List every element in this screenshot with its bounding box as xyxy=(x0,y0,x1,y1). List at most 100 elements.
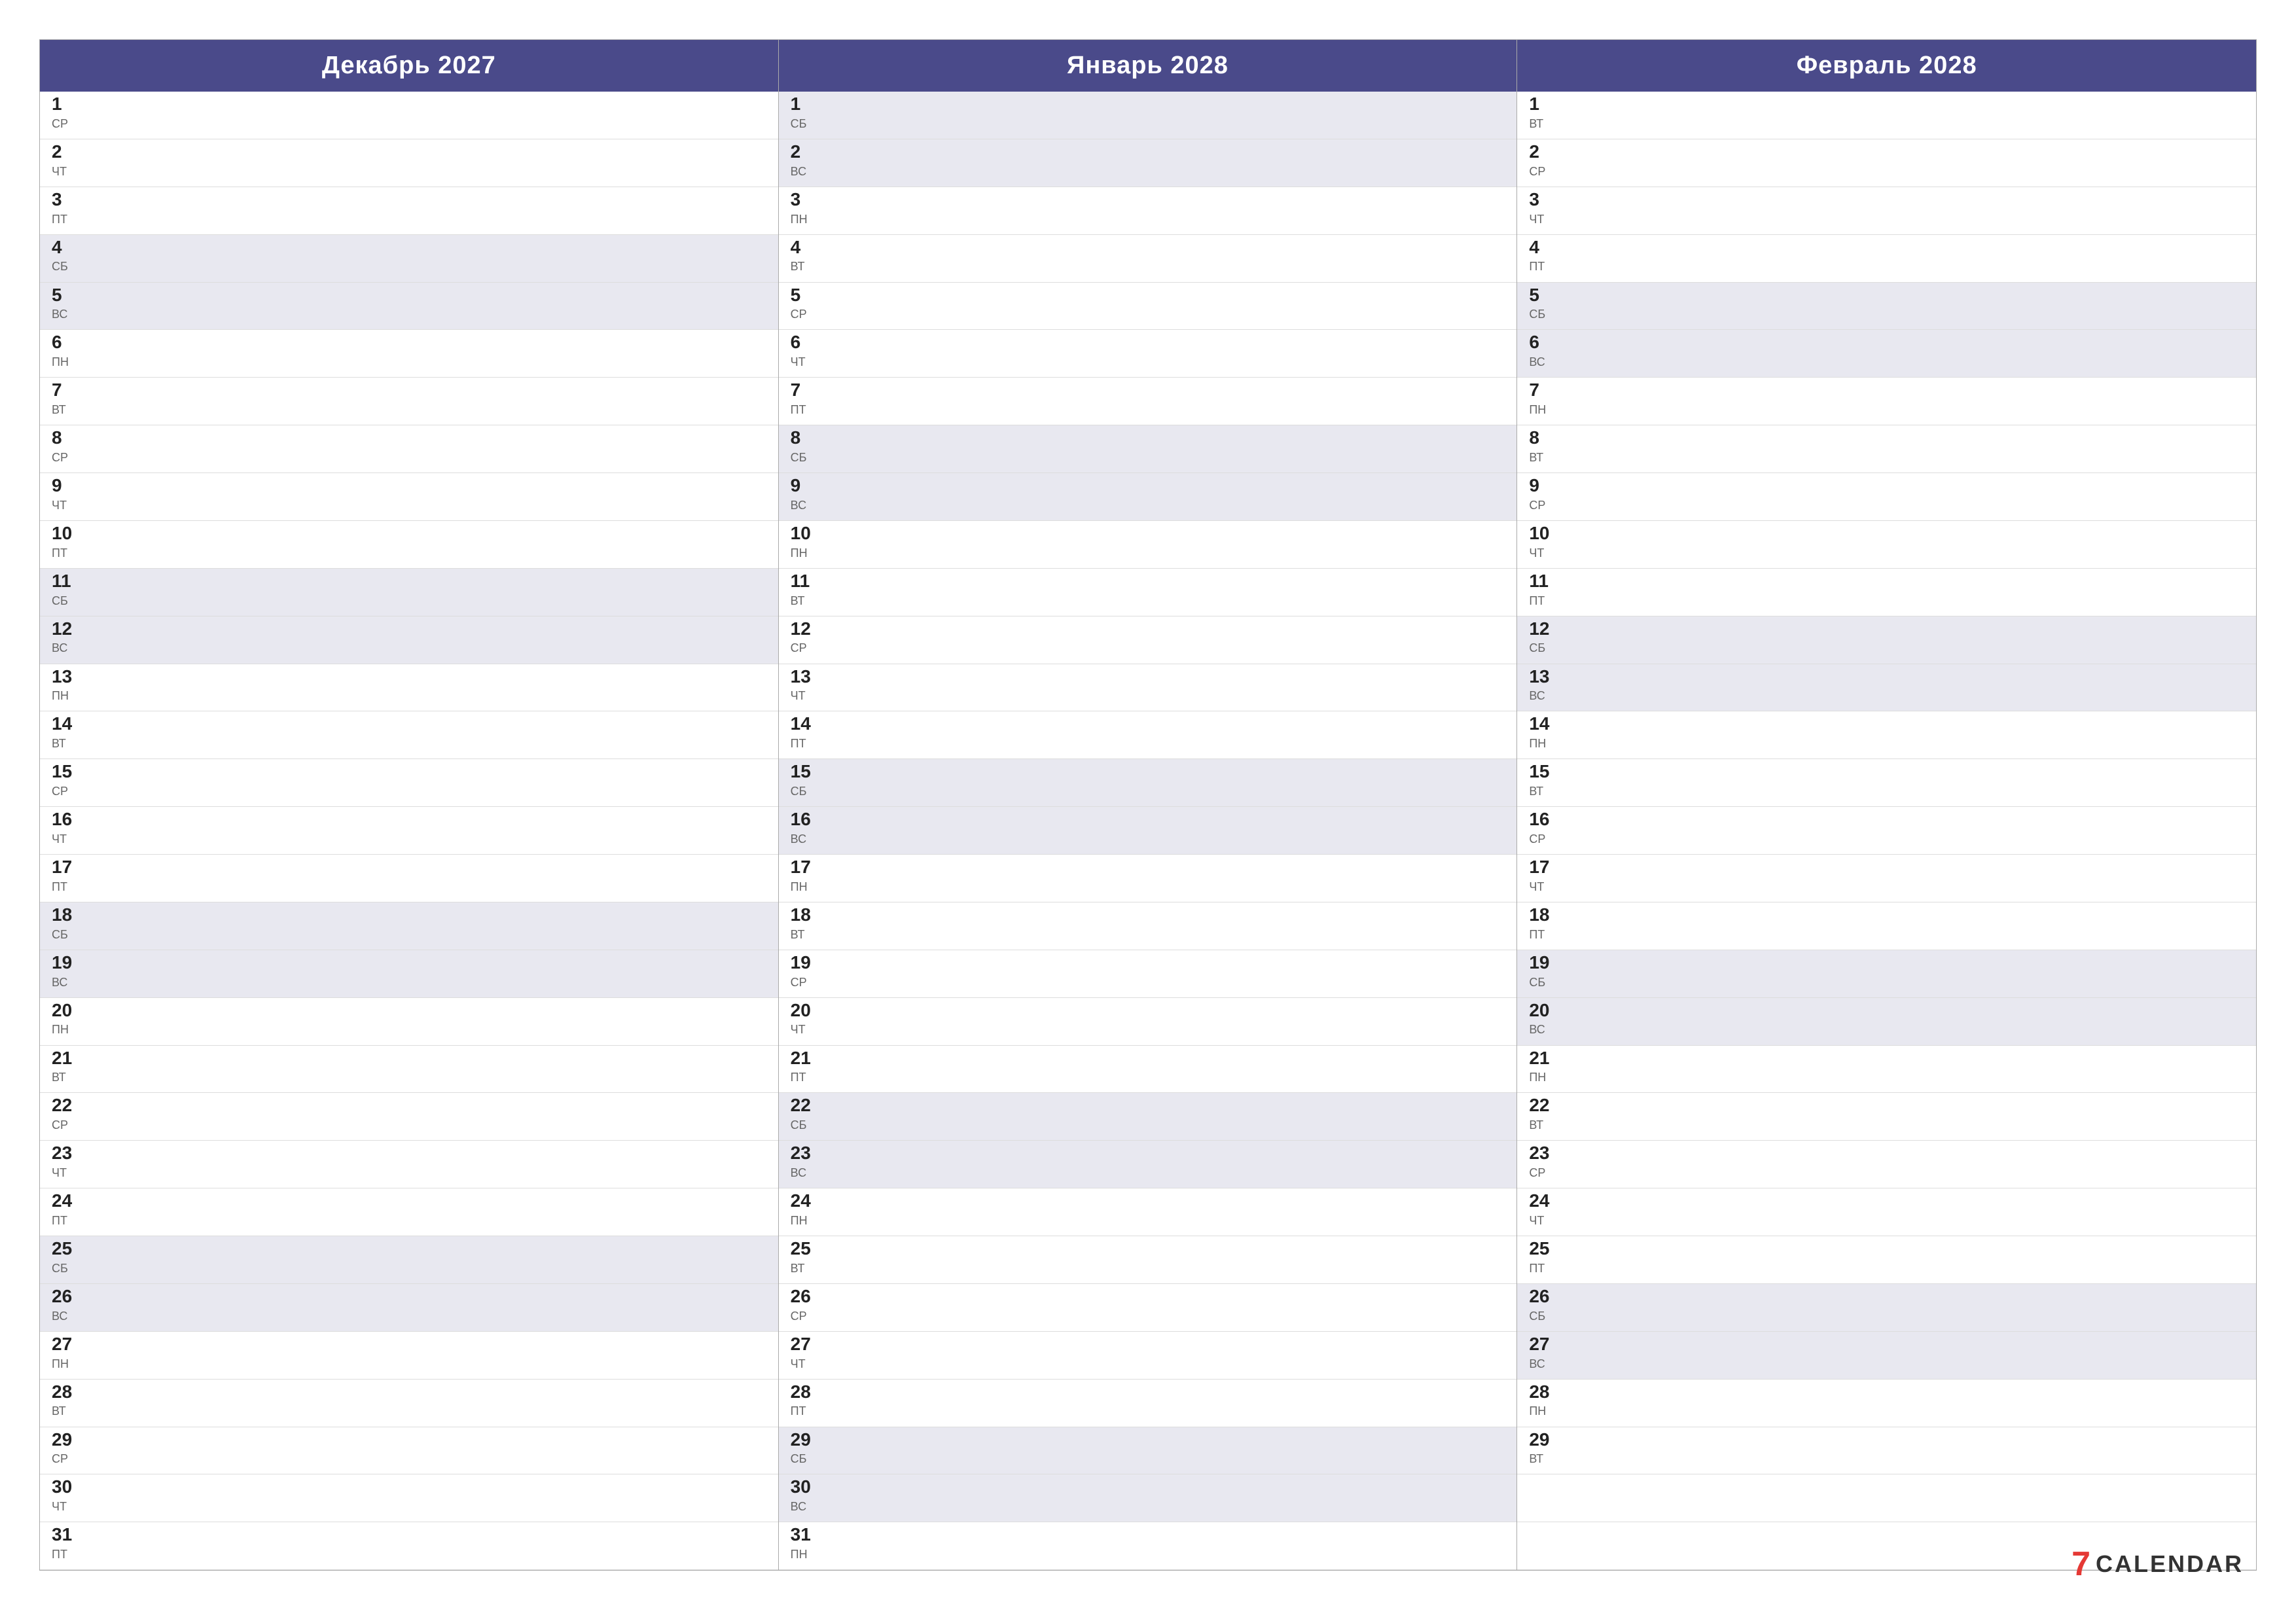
day-number: 6 xyxy=(791,332,827,353)
day-name: СР xyxy=(52,451,88,465)
day-info: 19ВС xyxy=(52,953,88,990)
day-info: 27ВС xyxy=(1529,1334,1565,1371)
day-info: 2ЧТ xyxy=(52,142,88,179)
day-number: 11 xyxy=(1529,571,1565,592)
day-number: 29 xyxy=(1529,1430,1565,1450)
day-name: ЧТ xyxy=(1529,880,1565,894)
day-info: 18СБ xyxy=(52,905,88,942)
day-number: 14 xyxy=(1529,714,1565,734)
day-row: 7ВТ xyxy=(40,378,778,425)
day-info: 11ПТ xyxy=(1529,571,1565,608)
day-name: ВС xyxy=(1529,355,1565,369)
month-column-dec2027: Декабрь 20271СР2ЧТ3ПТ4СБ5ВС6ПН7ВТ8СР9ЧТ1… xyxy=(40,40,779,1570)
day-row: 11СБ xyxy=(40,569,778,616)
day-number: 14 xyxy=(52,714,88,734)
day-name: ПН xyxy=(1529,403,1565,417)
day-row: 6ПН xyxy=(40,330,778,378)
day-name: ВС xyxy=(52,976,88,990)
day-info: 22СР xyxy=(52,1096,88,1132)
days-container-feb2028: 1ВТ2СР3ЧТ4ПТ5СБ6ВС7ПН8ВТ9СР10ЧТ11ПТ12СБ1… xyxy=(1517,92,2256,1570)
day-info: 15СР xyxy=(52,762,88,798)
day-row: 8ВТ xyxy=(1517,425,2256,473)
day-name: ЧТ xyxy=(52,165,88,179)
day-number: 20 xyxy=(1529,1001,1565,1021)
day-info: 22ВТ xyxy=(1529,1096,1565,1132)
day-number: 12 xyxy=(1529,619,1565,639)
day-row: 4СБ xyxy=(40,235,778,283)
day-name: ВС xyxy=(791,832,827,846)
day-info: 17ЧТ xyxy=(1529,857,1565,894)
day-row: 16СР xyxy=(1517,807,2256,855)
day-info: 17ПН xyxy=(791,857,827,894)
day-info: 6 ЧТ xyxy=(791,332,827,369)
day-info: 20ВС xyxy=(1529,1001,1565,1037)
day-name: ПТ xyxy=(52,546,88,560)
logo-number: 7 xyxy=(2072,1544,2090,1584)
day-number: 2 xyxy=(1529,142,1565,162)
day-number: 15 xyxy=(791,762,827,782)
day-row: 12ВС xyxy=(40,616,778,664)
day-info: 24ПН xyxy=(791,1191,827,1228)
day-name: ЧТ xyxy=(791,355,827,369)
day-number: 19 xyxy=(1529,953,1565,973)
day-name: ВС xyxy=(791,165,827,179)
day-number: 11 xyxy=(52,571,88,592)
day-name: ЧТ xyxy=(52,1500,88,1514)
day-number: 10 xyxy=(1529,524,1565,544)
day-number: 8 xyxy=(1529,428,1565,448)
day-number: 1 xyxy=(791,94,827,115)
day-name: СР xyxy=(791,641,827,655)
day-number: 12 xyxy=(791,619,827,639)
day-info: 16СР xyxy=(1529,810,1565,846)
day-row: 26СБ xyxy=(1517,1284,2256,1332)
day-name: ЧТ xyxy=(791,689,827,703)
day-name: ПН xyxy=(52,689,88,703)
day-row: 16ЧТ xyxy=(40,807,778,855)
day-name: ЧТ xyxy=(1529,546,1565,560)
day-number: 3 xyxy=(52,190,88,210)
day-name: ВТ xyxy=(791,260,827,274)
day-name: ВТ xyxy=(1529,1118,1565,1132)
day-number: 29 xyxy=(52,1430,88,1450)
day-name: ВТ xyxy=(52,403,88,417)
day-number: 8 xyxy=(791,428,827,448)
day-info: 1СБ xyxy=(791,94,827,131)
day-row: 17ПН xyxy=(779,855,1517,902)
day-number: 13 xyxy=(52,667,88,687)
day-number: 4 xyxy=(1529,238,1565,258)
day-info: 1СР xyxy=(52,94,88,131)
day-number: 21 xyxy=(791,1048,827,1069)
day-name: ЧТ xyxy=(52,832,88,846)
day-number: 9 xyxy=(791,476,827,496)
day-number: 22 xyxy=(791,1096,827,1116)
day-number: 21 xyxy=(52,1048,88,1069)
day-name: СБ xyxy=(1529,641,1565,655)
day-name: СБ xyxy=(52,1262,88,1275)
day-number: 18 xyxy=(52,905,88,925)
day-name: СР xyxy=(1529,499,1565,512)
day-name: ЧТ xyxy=(1529,213,1565,226)
day-row: 28ПН xyxy=(1517,1380,2256,1427)
day-name: ПТ xyxy=(52,213,88,226)
day-number: 9 xyxy=(1529,476,1565,496)
day-info: 4ВТ xyxy=(791,238,827,274)
day-number: 24 xyxy=(1529,1191,1565,1211)
day-number: 20 xyxy=(791,1001,827,1021)
day-row: 14ПТ xyxy=(779,711,1517,759)
day-row: 4ВТ xyxy=(779,235,1517,283)
day-info: 5СБ xyxy=(1529,285,1565,322)
day-name: СР xyxy=(52,117,88,131)
day-info: 21ПТ xyxy=(791,1048,827,1085)
day-name: ВТ xyxy=(1529,117,1565,131)
day-row: 3ЧТ xyxy=(1517,187,2256,235)
day-row: 24ПТ xyxy=(40,1188,778,1236)
day-name: СБ xyxy=(52,260,88,274)
day-name: ВТ xyxy=(791,594,827,608)
day-number: 15 xyxy=(52,762,88,782)
day-row: 28ПТ xyxy=(779,1380,1517,1427)
day-row: 20ВС xyxy=(1517,998,2256,1046)
day-row: 20ПН xyxy=(40,998,778,1046)
day-info: 28ПН xyxy=(1529,1382,1565,1419)
day-row: 29ВТ xyxy=(1517,1427,2256,1475)
day-number: 25 xyxy=(52,1239,88,1259)
